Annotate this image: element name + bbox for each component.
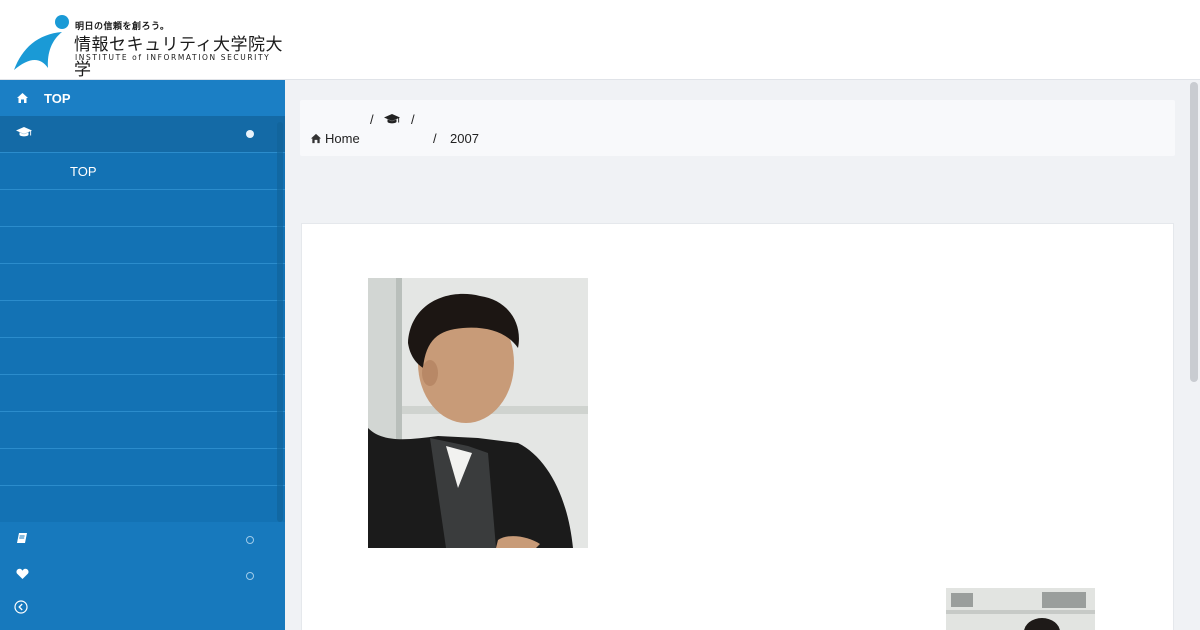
breadcrumb: / / Home / 2007 [300, 100, 1175, 156]
breadcrumb-home-label: Home [325, 131, 360, 146]
page-scrollbar[interactable] [1190, 82, 1198, 382]
submenu-item-top[interactable]: TOP [0, 152, 285, 189]
portrait-photo [368, 278, 588, 548]
submenu-item[interactable] [0, 411, 285, 448]
content-card [301, 223, 1174, 630]
breadcrumb-separator: / [433, 131, 437, 146]
classroom-photo [946, 588, 1095, 630]
breadcrumb-home-link[interactable]: Home [310, 131, 360, 146]
sidebar-scrollbar[interactable] [277, 122, 283, 522]
sidebar-item-book[interactable] [0, 522, 285, 558]
submenu-item[interactable] [0, 189, 285, 226]
site-logo[interactable]: 明日の信頼を創ろう。 情報セキュリティ大学院大学 INSTITUTE of IN… [12, 14, 292, 80]
active-indicator-icon [246, 130, 254, 138]
submenu-item[interactable] [0, 300, 285, 337]
sidebar: TOP TOP [0, 80, 285, 630]
graduation-cap-icon [16, 125, 32, 143]
graduation-cap-icon[interactable] [384, 113, 400, 128]
sidebar-item-heart[interactable] [0, 558, 285, 594]
submenu-item[interactable] [0, 263, 285, 300]
logo-subtitle: INSTITUTE of INFORMATION SECURITY [75, 53, 271, 62]
sidebar-collapse-button[interactable] [0, 594, 285, 624]
sidebar-item-label: TOP [44, 90, 71, 106]
collapsed-indicator-icon [246, 572, 254, 580]
submenu-item[interactable] [0, 226, 285, 263]
breadcrumb-separator: / [370, 112, 374, 127]
submenu-item[interactable] [0, 485, 285, 522]
breadcrumb-separator: / [411, 112, 415, 127]
home-icon [310, 133, 322, 144]
sidebar-item-graduate[interactable] [0, 116, 285, 152]
chevron-left-circle-icon [14, 599, 28, 619]
book-icon [16, 531, 28, 549]
submenu-item[interactable] [0, 374, 285, 411]
site-header: 明日の信頼を創ろう。 情報セキュリティ大学院大学 INSTITUTE of IN… [0, 0, 1200, 80]
sidebar-item-top[interactable]: TOP [0, 80, 285, 116]
breadcrumb-current: 2007 [450, 131, 479, 146]
heart-icon [16, 567, 29, 585]
collapsed-indicator-icon [246, 536, 254, 544]
home-icon [16, 92, 44, 104]
submenu-item[interactable] [0, 448, 285, 485]
submenu-item[interactable] [0, 337, 285, 374]
logo-mark-icon [14, 15, 69, 70]
sidebar-submenu: TOP [0, 152, 285, 522]
